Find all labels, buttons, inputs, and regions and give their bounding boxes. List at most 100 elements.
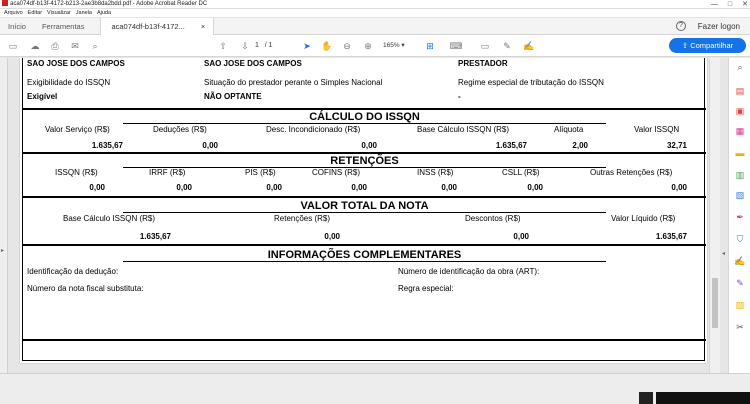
- keyboard-icon[interactable]: ⌨: [449, 39, 463, 53]
- email-icon[interactable]: ✉: [68, 39, 82, 53]
- total-label-descontos: Descontos (R$): [465, 214, 521, 223]
- ret-label-issqn: ISSQN (R$): [55, 168, 98, 177]
- calc-label-desc-incondicionado: Desc. Incondicionado (R$): [266, 125, 361, 134]
- hand-tool-icon[interactable]: ✋: [320, 39, 334, 53]
- calc-label-aliquota: Alíquota: [554, 125, 584, 134]
- maximize-button[interactable]: □: [728, 0, 732, 8]
- close-tab-icon[interactable]: ×: [201, 18, 205, 35]
- fit-page-icon[interactable]: ⊞: [423, 39, 437, 53]
- total-value-descontos: 0,00: [513, 232, 529, 241]
- create-pdf-icon[interactable]: ▣: [734, 105, 746, 117]
- highlight-pen-icon[interactable]: ✎: [500, 39, 514, 53]
- tab-document-label: aca074df-b13f-4172...: [111, 21, 185, 31]
- share-button-label: Compartilhar: [690, 41, 734, 50]
- pdf-page: SAO JOSE DOS CAMPOS SAO JOSE DOS CAMPOS …: [20, 58, 707, 363]
- export-pdf-icon[interactable]: ▤: [734, 85, 746, 97]
- document-bottom-border: [23, 339, 706, 341]
- page-indicator[interactable]: 1 / 1: [255, 40, 273, 52]
- tab-inicio[interactable]: Início: [0, 18, 34, 35]
- comment-icon[interactable]: ▭: [478, 39, 492, 53]
- search-icon[interactable]: ⌕: [88, 39, 102, 53]
- ret-label-inss: INSS (R$): [417, 168, 454, 177]
- regra-especial-label: Regra especial:: [398, 284, 454, 293]
- edit-pdf-icon[interactable]: ▧: [734, 189, 746, 201]
- comment-tool-icon[interactable]: ▬: [734, 147, 746, 159]
- ret-value-cofins: 0,00: [351, 183, 367, 192]
- identificacao-deducao-label: Identificação da dedução:: [27, 267, 119, 276]
- nota-substituta-label: Número da nota fiscal substituta:: [27, 284, 144, 293]
- divider: [23, 108, 706, 110]
- window-title-bar: aca074df-b13f-4172-b213-2ae3b8da2bdd.pdf…: [0, 0, 750, 9]
- ret-value-outras: 0,00: [671, 183, 687, 192]
- ret-value-pis: 0,00: [266, 183, 282, 192]
- collapse-right-panel-icon[interactable]: ◂: [722, 250, 725, 257]
- review-file-icon[interactable]: ▨: [734, 299, 746, 311]
- organize-pages-icon[interactable]: ▦: [734, 125, 746, 137]
- calc-value-valor-issqn: 32,71: [666, 141, 687, 150]
- scrollbar-thumb[interactable]: [712, 278, 718, 328]
- taskbar-app[interactable]: [639, 392, 653, 404]
- ret-label-outras: Outras Retenções (R$): [590, 168, 673, 177]
- close-window-button[interactable]: ✕: [742, 0, 748, 8]
- combine-files-icon[interactable]: ▥: [734, 169, 746, 181]
- fill-sign-icon[interactable]: ✒: [734, 211, 746, 223]
- print-icon[interactable]: ⎙: [48, 39, 62, 53]
- zoom-search-icon[interactable]: ⌕: [734, 61, 746, 73]
- expand-left-panel-icon[interactable]: ▸: [1, 247, 4, 254]
- menu-arquivo[interactable]: Arquivo: [4, 9, 23, 17]
- share-button[interactable]: ⇪ Compartilhar: [669, 38, 746, 53]
- calc-value-deducoes: 0,00: [202, 141, 218, 150]
- window-title: aca074df-b13f-4172-b213-2ae3b8da2bdd.pdf…: [10, 1, 208, 7]
- page-up-icon[interactable]: ⇧: [216, 39, 230, 53]
- menu-janela[interactable]: Janela: [76, 9, 92, 17]
- tab-document[interactable]: aca074df-b13f-4172... ×: [100, 17, 215, 35]
- menu-ajuda[interactable]: Ajuda: [97, 9, 111, 17]
- login-link[interactable]: Fazer logon: [698, 18, 740, 35]
- sign-icon[interactable]: ✍: [522, 39, 536, 53]
- total-value-valor-liquido: 1.635,67: [655, 232, 687, 241]
- responsavel-retencao: PRESTADOR: [458, 59, 508, 68]
- total-label-base-calculo: Base Cálculo ISSQN (R$): [63, 214, 156, 223]
- save-icon[interactable]: ▭: [6, 39, 20, 53]
- zoom-level-select[interactable]: 165% ▾: [383, 40, 405, 52]
- toolbar: ▭ ☁ ⎙ ✉ ⌕ ⇧ ⇩ 1 / 1 ➤ ✋ ⊖ ⊕ 165% ▾ ⊞ ⌨ ▭…: [0, 35, 750, 57]
- ret-value-issqn: 0,00: [89, 183, 105, 192]
- informacoes-complementares-title: INFORMAÇÕES COMPLEMENTARES: [267, 249, 462, 261]
- menu-editar[interactable]: Editar: [28, 9, 42, 17]
- ret-value-irrf: 0,00: [176, 183, 192, 192]
- menu-visualizar[interactable]: Visualizar: [47, 9, 71, 17]
- regime-especial-value: -: [458, 92, 461, 101]
- page-current[interactable]: 1: [255, 42, 259, 49]
- page-down-icon[interactable]: ⇩: [238, 39, 252, 53]
- regime-especial-label: Regime especial de tributação do ISSQN: [458, 78, 604, 87]
- select-cursor-icon[interactable]: ➤: [300, 39, 314, 53]
- minimize-button[interactable]: —: [711, 0, 718, 8]
- valor-total-title: VALOR TOTAL DA NOTA: [300, 200, 429, 212]
- divider: [23, 152, 706, 154]
- send-for-signature-icon[interactable]: ✍: [734, 255, 746, 267]
- more-tools-icon[interactable]: ✂: [734, 321, 746, 333]
- ret-value-csll: 0,00: [527, 183, 543, 192]
- total-value-base-calculo: 1.635,67: [139, 232, 171, 241]
- zoom-out-icon[interactable]: ⊖: [340, 39, 354, 53]
- vertical-scrollbar[interactable]: [709, 58, 720, 373]
- calc-label-deducoes: Deduções (R$): [153, 125, 207, 134]
- protect-icon[interactable]: ⛉: [734, 233, 746, 245]
- calculo-issqn-title: CÁLCULO DO ISSQN: [309, 111, 420, 123]
- title-underline: [123, 212, 606, 213]
- document-viewer: SAO JOSE DOS CAMPOS SAO JOSE DOS CAMPOS …: [9, 58, 721, 373]
- upload-cloud-icon[interactable]: ☁: [28, 39, 42, 53]
- calc-label-base-calculo: Base Cálculo ISSQN (R$): [417, 125, 510, 134]
- municipio-incidencia: SAO JOSE DOS CAMPOS: [27, 59, 125, 68]
- total-value-retencoes: 0,00: [324, 232, 340, 241]
- ret-label-cofins: COFINS (R$): [312, 168, 360, 177]
- total-label-valor-liquido: Valor Líquido (R$): [611, 214, 676, 223]
- calc-value-valor-servico: 1.635,67: [91, 141, 123, 150]
- sign-tool-icon[interactable]: ✎: [734, 277, 746, 289]
- help-icon[interactable]: ?: [676, 21, 686, 31]
- calc-value-desc-incondicionado: 0,00: [361, 141, 377, 150]
- tab-ferramentas[interactable]: Ferramentas: [34, 18, 93, 35]
- system-tray: [656, 392, 750, 404]
- zoom-in-icon[interactable]: ⊕: [361, 39, 375, 53]
- simples-nacional-label: Situação do prestador perante o Simples …: [204, 78, 383, 87]
